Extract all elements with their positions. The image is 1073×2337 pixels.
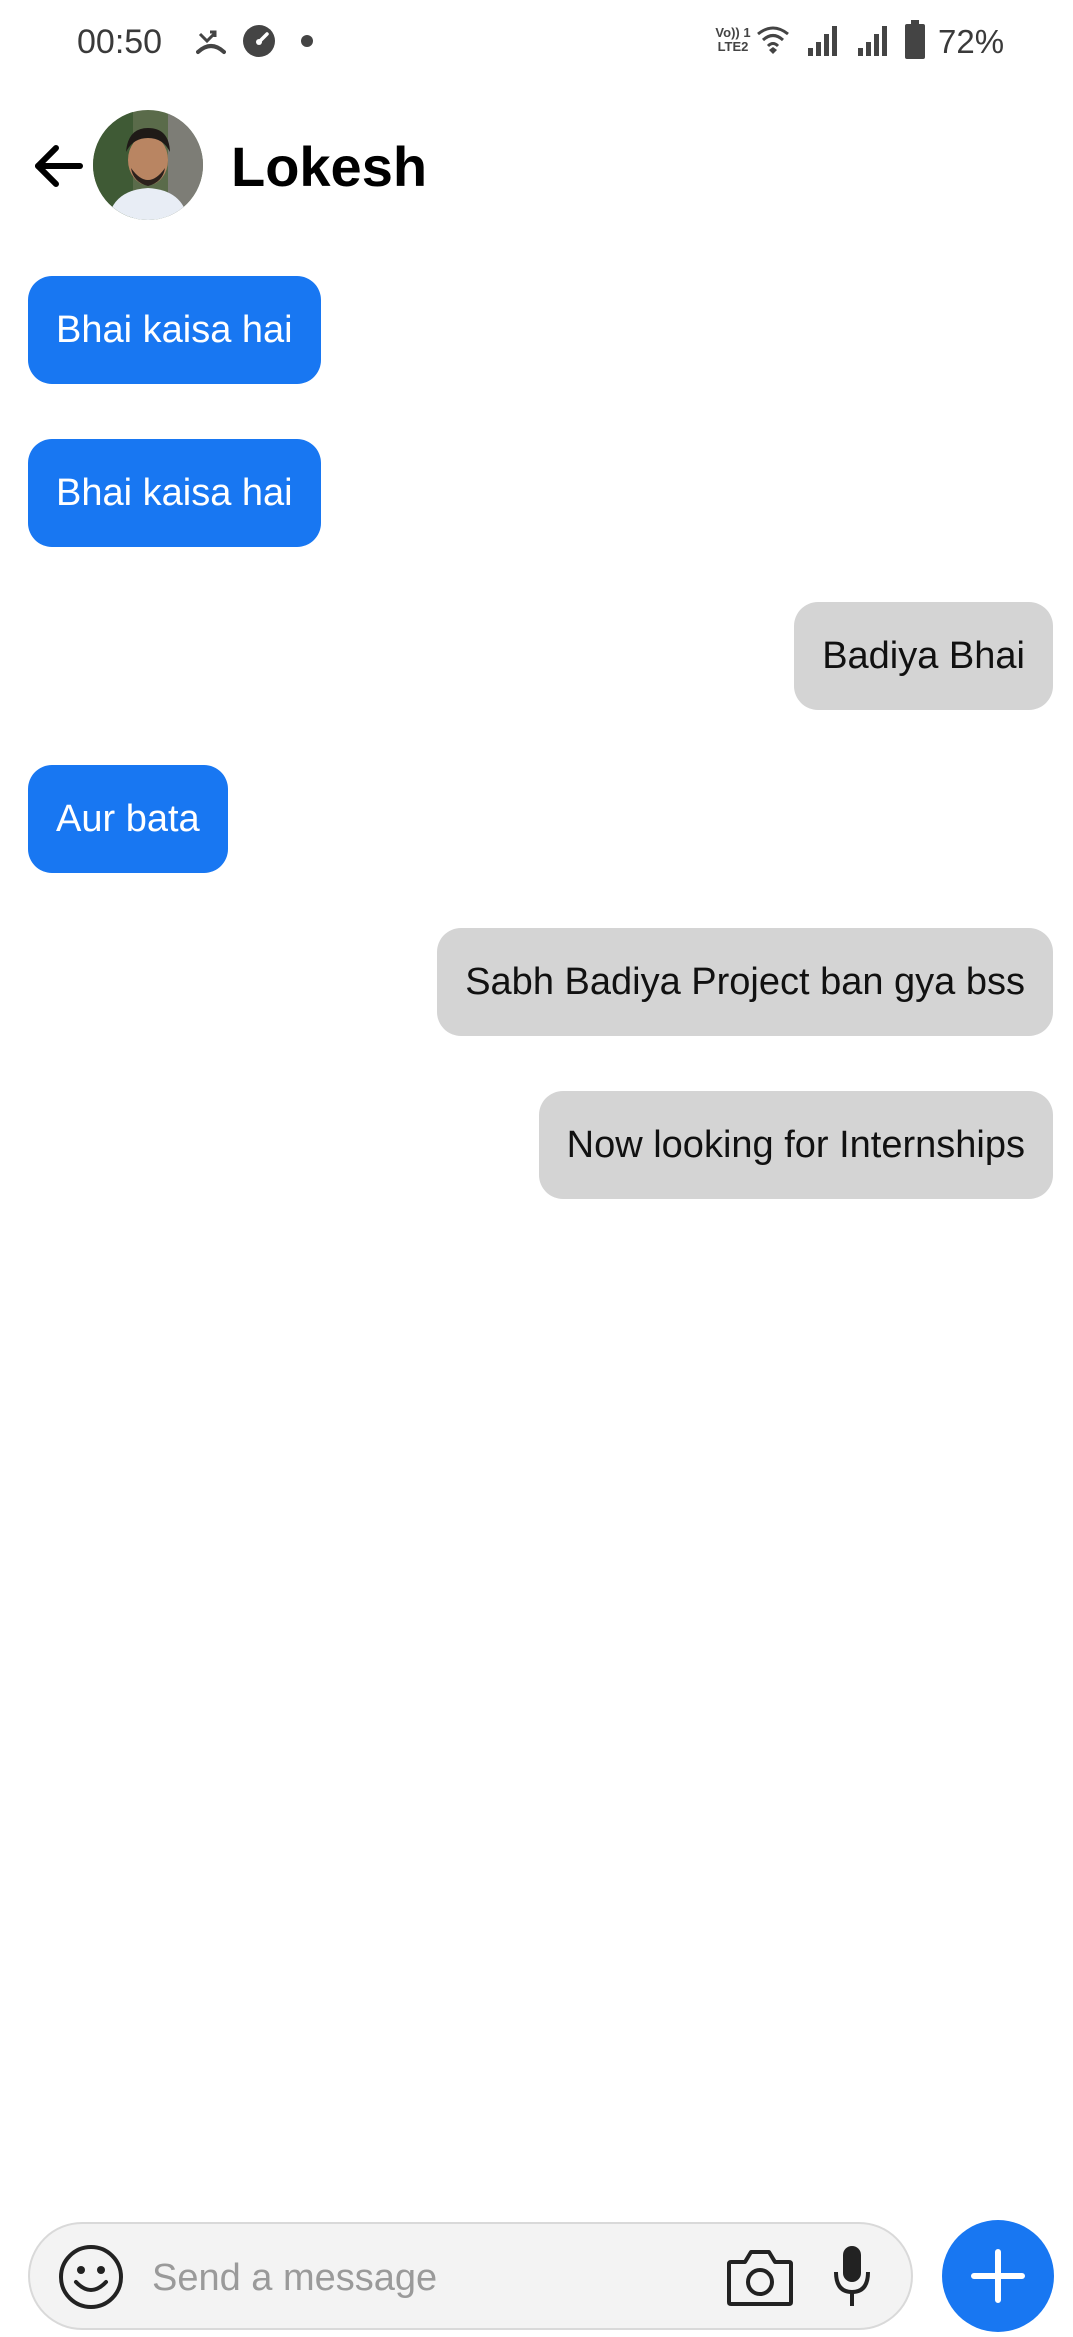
- notification-dot-icon: [301, 35, 313, 47]
- mic-icon: [834, 2246, 870, 2306]
- speedometer-icon: [243, 25, 275, 57]
- message-bubble-incoming[interactable]: Aur bata: [28, 765, 228, 873]
- message-bubble-outgoing[interactable]: Sabh Badiya Project ban gya bss: [437, 928, 1053, 1036]
- camera-icon: [727, 2250, 793, 2306]
- message-bubble-outgoing[interactable]: Now looking for Internships: [538, 1091, 1053, 1199]
- battery-percent: 72%: [938, 23, 1005, 60]
- volte-icon: Vo)) 1 LTE2: [715, 25, 751, 54]
- message-bubble-incoming[interactable]: Bhai kaisa hai: [28, 439, 321, 547]
- status-time: 00:50: [77, 23, 163, 61]
- signal-icon: [808, 26, 837, 56]
- wifi-icon: [757, 26, 789, 54]
- emoji-icon: [59, 2245, 123, 2309]
- add-attachment-button[interactable]: [942, 2220, 1054, 2332]
- plus-icon: [971, 2249, 1025, 2303]
- contact-name[interactable]: Lokesh: [231, 132, 427, 202]
- avatar[interactable]: [93, 110, 203, 220]
- arrow-left-icon: [35, 145, 83, 187]
- emoji-button[interactable]: [58, 2244, 124, 2310]
- message-composer: [28, 2222, 913, 2330]
- signal-icon: [858, 26, 887, 56]
- mic-button[interactable]: [830, 2242, 874, 2312]
- contact-avatar-image: [93, 110, 203, 220]
- message-input[interactable]: [150, 2242, 714, 2314]
- status-bar: 00:50 Vo)) 1 LTE2 72%: [0, 0, 1073, 84]
- back-button[interactable]: [30, 136, 90, 196]
- message-bubble-outgoing[interactable]: Badiya Bhai: [794, 602, 1053, 710]
- battery-icon: [905, 20, 925, 59]
- camera-button[interactable]: [725, 2246, 795, 2308]
- missed-call-icon: [196, 30, 226, 54]
- chat-header: Lokesh: [0, 100, 1073, 230]
- message-bubble-incoming[interactable]: Bhai kaisa hai: [28, 276, 321, 384]
